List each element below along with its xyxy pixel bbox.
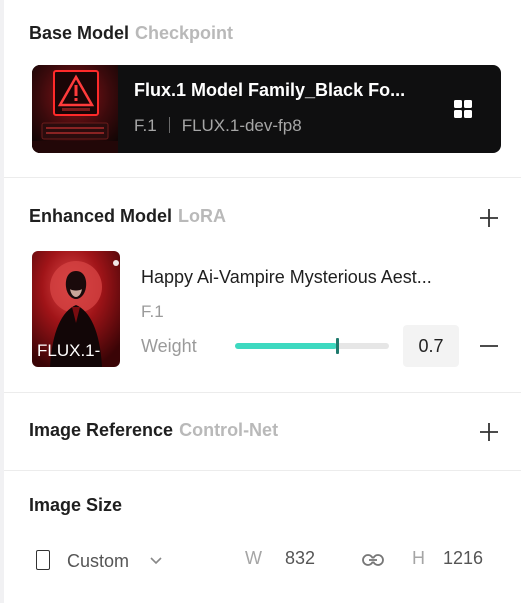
- aspect-ratio-dropdown[interactable]: Custom: [36, 549, 162, 572]
- base-model-heading: Base Model Checkpoint: [29, 23, 233, 44]
- lora-name: Happy Ai-Vampire Mysterious Aest...: [141, 267, 432, 287]
- base-model-subtitle: Checkpoint: [135, 23, 234, 43]
- image-reference-heading: Image Reference Control-Net: [29, 420, 278, 441]
- width-input[interactable]: 832: [285, 548, 315, 569]
- image-size-heading: Image Size: [29, 495, 122, 516]
- enhanced-model-title: Enhanced Model: [29, 206, 173, 226]
- add-lora-plus-icon[interactable]: [478, 207, 500, 234]
- meta-separator: [168, 117, 170, 133]
- weight-slider[interactable]: [235, 338, 389, 354]
- base-model-thumbnail: [32, 65, 118, 153]
- base-model-title: Base Model: [29, 23, 130, 43]
- link-icon[interactable]: [362, 553, 384, 572]
- enhanced-model-heading: Enhanced Model LoRA: [29, 206, 226, 227]
- height-input[interactable]: 1216: [443, 548, 483, 569]
- remove-lora-minus-icon[interactable]: [478, 335, 500, 362]
- width-label: W: [245, 548, 262, 568]
- enhanced-model-subtitle: LoRA: [178, 206, 227, 226]
- base-model-variant: FLUX.1-dev-fp8: [181, 116, 302, 135]
- panel-left-edge: [0, 0, 4, 603]
- base-model-meta: F.1 FLUX.1-dev-fp8: [134, 116, 302, 136]
- base-model-version: F.1: [134, 116, 157, 135]
- image-size-title: Image Size: [29, 495, 123, 515]
- add-control-net-plus-icon[interactable]: [478, 421, 500, 448]
- image-reference-subtitle: Control-Net: [179, 420, 279, 440]
- weight-label: Weight: [141, 336, 197, 356]
- base-model-name: Flux.1 Model Family_Black Fo...: [134, 80, 406, 100]
- lora-thumbnail[interactable]: FLUX.1-: [32, 251, 120, 367]
- base-model-card[interactable]: Flux.1 Model Family_Black Fo... F.1 FLUX.…: [32, 65, 501, 153]
- height-label: H: [412, 548, 425, 568]
- lora-version: F.1: [141, 302, 164, 321]
- weight-value-input[interactable]: 0.7: [403, 325, 459, 367]
- section-divider: [4, 177, 521, 178]
- size-preset-value: Custom: [67, 551, 130, 571]
- chevron-down-icon: [150, 549, 162, 570]
- weight-slider-fill: [235, 343, 337, 349]
- grid-icon[interactable]: [452, 98, 474, 120]
- portrait-frame-icon: [36, 550, 50, 570]
- weight-slider-handle[interactable]: [336, 338, 339, 354]
- lora-base-badge: FLUX.1-: [37, 341, 101, 360]
- section-divider: [4, 470, 521, 471]
- image-reference-title: Image Reference: [29, 420, 174, 440]
- section-divider: [4, 392, 521, 393]
